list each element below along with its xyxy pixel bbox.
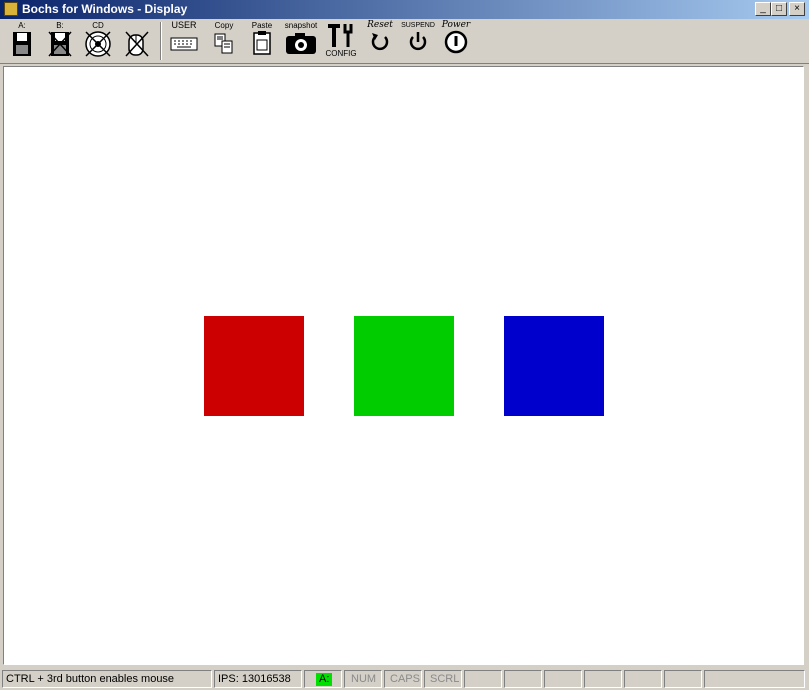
num-lock-indicator: NUM <box>344 670 382 688</box>
mouse-button[interactable]: . <box>118 21 154 61</box>
mouse-disabled-icon <box>125 31 149 57</box>
paste-label: Paste <box>251 21 273 30</box>
paste-button[interactable]: Paste <box>244 21 280 61</box>
status-cell-empty <box>584 670 622 688</box>
floppy-a-label: A: <box>18 21 26 30</box>
camera-icon <box>286 33 316 54</box>
emulator-display[interactable] <box>3 66 804 665</box>
power-icon <box>444 30 468 54</box>
config-label: CONFIG <box>325 49 357 58</box>
bochs-app-icon <box>4 2 18 16</box>
cdrom-label: CD <box>92 21 104 30</box>
window-title: Bochs for Windows - Display <box>22 2 188 16</box>
suspend-button[interactable]: SUSPEND <box>400 21 436 61</box>
user-label: USER <box>171 20 197 30</box>
mouse-hint-text: CTRL + 3rd button enables mouse <box>2 670 212 688</box>
snapshot-label: snapshot <box>284 21 318 30</box>
cdrom-button[interactable]: CD <box>80 21 116 61</box>
blue-square <box>504 316 604 416</box>
floppy-ejected-icon <box>48 31 72 57</box>
drive-a-indicator: A: <box>304 670 342 688</box>
ips-counter: IPS: 13016538 <box>214 670 302 688</box>
floppy-b-label: B: <box>56 21 64 30</box>
snapshot-button[interactable]: snapshot <box>283 21 319 61</box>
status-cell-empty <box>624 670 662 688</box>
close-button[interactable]: × <box>789 2 805 16</box>
copy-icon <box>214 33 233 54</box>
suspend-icon <box>409 32 427 51</box>
drive-a-led: A: <box>316 673 333 686</box>
minimize-button[interactable]: _ <box>755 2 771 16</box>
red-square <box>204 316 304 416</box>
cdrom-ejected-icon <box>85 31 111 57</box>
config-button[interactable]: CONFIG <box>323 21 359 61</box>
status-cell-empty <box>544 670 582 688</box>
power-label: Power <box>441 20 471 30</box>
status-cell-empty <box>504 670 542 688</box>
status-bar: CTRL + 3rd button enables mouse IPS: 130… <box>0 669 809 690</box>
title-bar[interactable]: Bochs for Windows - Display _ □ × <box>0 0 809 19</box>
reset-button[interactable]: Reset <box>362 21 398 61</box>
floppy-a-button[interactable]: A: <box>4 21 40 61</box>
keyboard-icon <box>170 37 198 51</box>
copy-button[interactable]: Copy <box>206 21 242 61</box>
status-cell-empty <box>464 670 502 688</box>
floppy-b-button[interactable]: B: <box>42 21 78 61</box>
floppy-icon <box>13 32 31 56</box>
copy-label: Copy <box>214 21 234 30</box>
reset-icon <box>371 33 389 51</box>
scroll-lock-indicator: SCRL <box>424 670 462 688</box>
toolbar: A: B: CD . USER Copy Paste snapshot CONF… <box>0 19 809 64</box>
status-cell-empty <box>704 670 805 688</box>
caps-lock-indicator: CAPS <box>384 670 422 688</box>
paste-icon <box>253 31 271 55</box>
suspend-label: SUSPEND <box>401 22 435 29</box>
status-cell-empty <box>664 670 702 688</box>
config-tools-icon <box>328 24 353 47</box>
maximize-button[interactable]: □ <box>771 2 787 16</box>
user-button[interactable]: USER <box>166 21 202 61</box>
power-button[interactable]: Power <box>438 21 474 61</box>
reset-label: Reset <box>367 20 393 30</box>
green-square <box>354 316 454 416</box>
toolbar-separator <box>160 22 162 60</box>
